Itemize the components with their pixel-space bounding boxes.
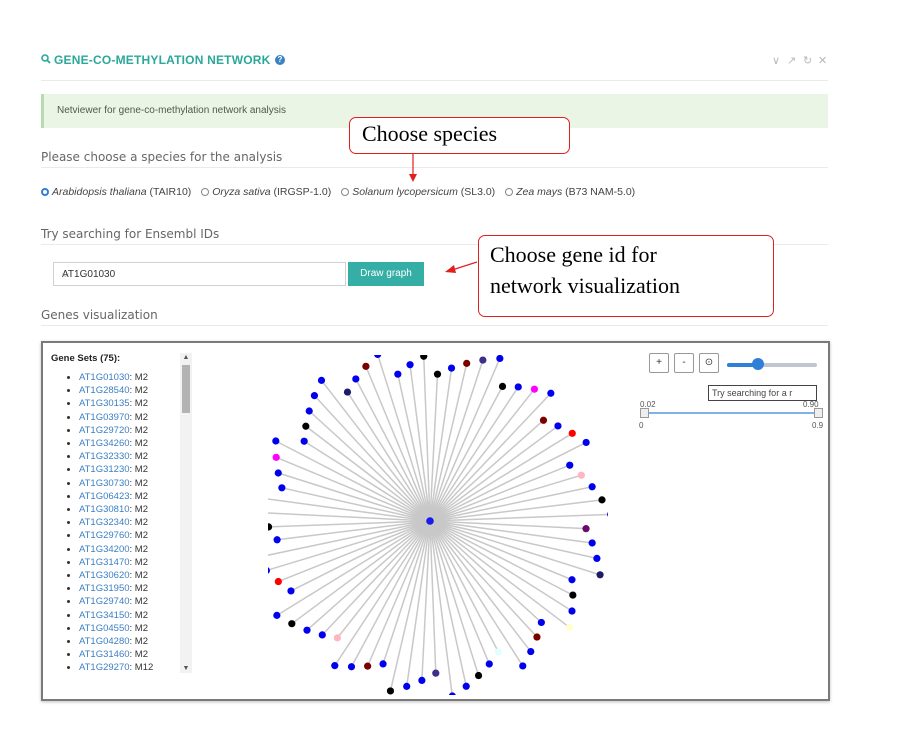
gene-arrow-head (445, 265, 456, 273)
species-arrow-head (409, 174, 417, 182)
gene-arrow (451, 261, 478, 271)
callout-arrows (409, 154, 478, 273)
